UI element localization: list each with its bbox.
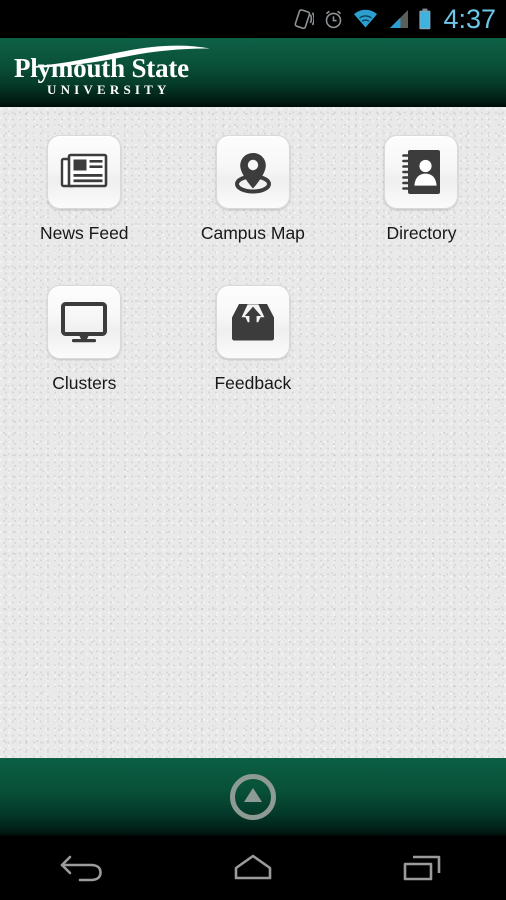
- monitor-icon: [61, 302, 108, 343]
- grid-item-feedback[interactable]: Feedback: [169, 281, 338, 431]
- home-pentagon-icon: [234, 854, 272, 880]
- back-arrow-icon: [61, 855, 103, 882]
- nav-home-button[interactable]: [169, 836, 338, 900]
- status-bar: 4:37: [0, 0, 506, 38]
- logo-subtitle: UNIVERSITY: [47, 82, 171, 97]
- grid-item-news-feed[interactable]: News Feed: [0, 131, 169, 281]
- nav-back-button[interactable]: [0, 836, 169, 900]
- map-pin-icon: [234, 153, 271, 194]
- clusters-tile[interactable]: [47, 285, 122, 359]
- app-footer: [0, 758, 506, 836]
- grid-item-label: News Feed: [40, 223, 129, 243]
- grid-item-label: Campus Map: [200, 223, 305, 243]
- alarm-clock-icon: [323, 9, 344, 30]
- battery-icon: [418, 8, 432, 30]
- campus-map-tile[interactable]: [215, 135, 290, 209]
- nav-recents-button[interactable]: [337, 836, 506, 900]
- app-header: Plymouth State UNIVERSITY: [0, 38, 506, 107]
- status-bar-clock: 4:37: [443, 3, 496, 34]
- newspaper-icon: [61, 153, 108, 188]
- address-book-icon: [402, 150, 441, 194]
- grid-item-label: Clusters: [52, 373, 117, 393]
- directory-tile[interactable]: [384, 135, 459, 209]
- feedback-tile[interactable]: [215, 285, 290, 359]
- phone-screen: 4:37 Plymouth State UNIVERSITY News Feed…: [0, 0, 506, 900]
- news-feed-tile[interactable]: [47, 135, 122, 209]
- cellular-signal-icon: [387, 9, 409, 29]
- outbox-upload-icon: [231, 304, 274, 341]
- home-triangle-icon: [230, 774, 276, 820]
- footer-home-button[interactable]: [226, 770, 280, 824]
- grid-item-campus-map[interactable]: Campus Map: [169, 131, 338, 281]
- grid-item-clusters[interactable]: Clusters: [0, 281, 169, 431]
- wifi-icon: [353, 9, 378, 29]
- vibrate-icon: [294, 8, 315, 30]
- logo-title: Plymouth State: [14, 53, 189, 83]
- grid-item-directory[interactable]: Directory: [337, 131, 506, 281]
- grid-item-label: Directory: [386, 223, 457, 243]
- grid-item-label: Feedback: [214, 373, 292, 393]
- app-icon-grid: News Feed Campus Map Directory Clusters …: [0, 131, 506, 431]
- recents-squares-icon: [403, 855, 440, 881]
- app-content: News Feed Campus Map Directory Clusters …: [0, 107, 506, 758]
- android-navigation-bar: [0, 836, 506, 900]
- university-logo: Plymouth State UNIVERSITY: [12, 44, 222, 102]
